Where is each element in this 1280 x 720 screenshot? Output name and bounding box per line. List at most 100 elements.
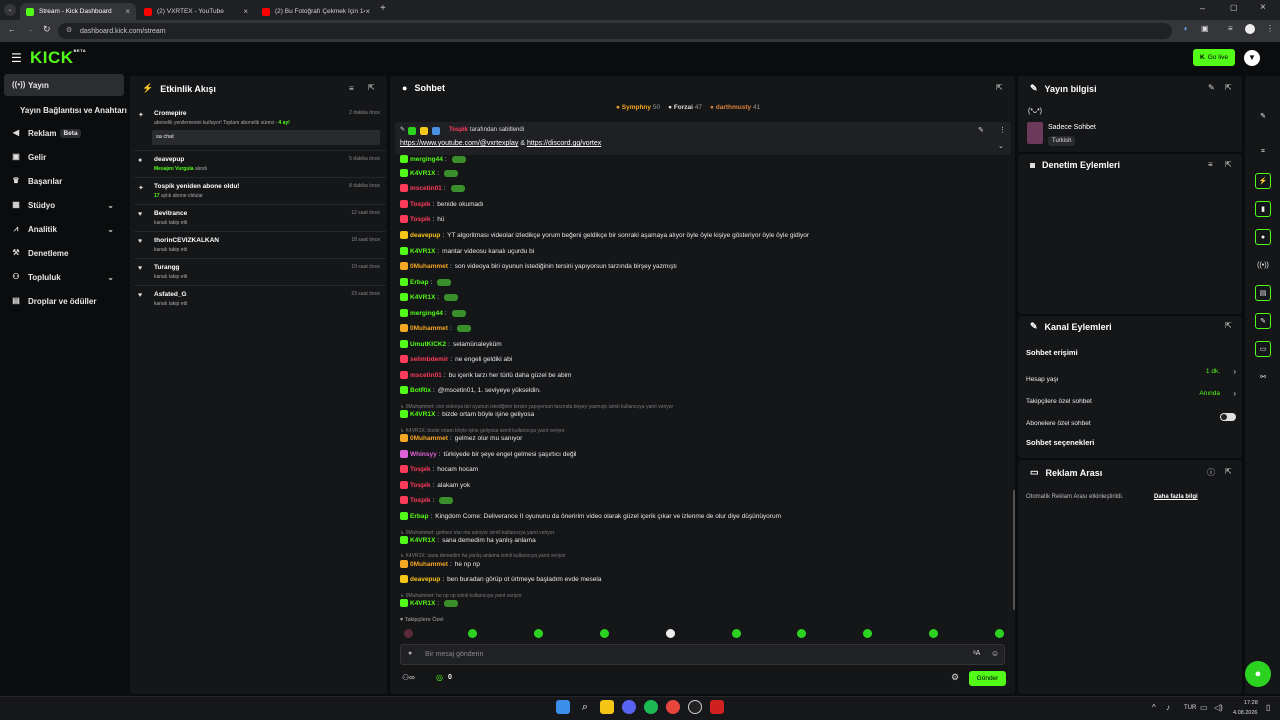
broadcast-tool-button[interactable]: ((•)) [1255,257,1271,273]
chat-message[interactable]: 0Muhammet: he np np [400,560,480,568]
chat-message[interactable]: Tospik: hü [400,215,445,223]
chat-message[interactable]: Whinsyy: türkiyede bir şeye engel gelmesi… [400,450,577,458]
activity-item[interactable]: ● deavepup Mesajını Vurgula alındı 5 dak… [134,152,386,178]
chat-options-heading[interactable]: Sohbet seçenekleri [1026,438,1094,447]
chat-username[interactable]: K4VR1X [410,248,435,255]
chat-username[interactable]: K4VR1X [410,411,435,418]
chat-message[interactable]: K4VR1X: mantar videosu kanalı uçurdu bi [400,247,534,255]
obs-icon[interactable] [688,700,702,714]
chat-username[interactable]: Tospik [410,497,430,504]
keyboard-language[interactable]: TUR [1184,705,1196,711]
activity-item[interactable]: ♥ Turangg kanalı takip etti 19 saat önce [134,260,386,286]
profile-icon[interactable] [1245,24,1255,34]
chat-username[interactable]: K4VR1X [410,170,435,177]
chat-message[interactable]: Tospik: benide okumadı [400,200,484,208]
maximize-button[interactable]: ▢ [1230,3,1238,12]
close-tab-icon[interactable]: × [243,7,248,16]
clock-date[interactable]: 4.08.2026 [1233,710,1257,716]
emote-menu-icon[interactable]: ● [408,650,412,657]
minimize-button[interactable]: – [1200,3,1205,13]
chat-username[interactable]: mscetin01 [410,372,442,379]
send-button[interactable]: Gönder [969,671,1006,686]
chat-message[interactable]: K4VR1X: bizde ortam böyle işine geliyosa [400,410,534,418]
new-tab-button[interactable]: + [380,3,386,14]
emoji-icon[interactable]: ☺ [991,649,999,658]
reply-context[interactable]: ↳ K4VR1X: sana demedim ha yanlış anlama … [400,553,566,559]
chat-tool-button[interactable]: ● [1255,229,1271,245]
edit-icon[interactable]: ✎ [1208,83,1215,92]
chat-username[interactable]: merging44 [410,156,443,163]
gifter-2[interactable]: ● Forzai 47 [668,104,702,111]
emote-icon[interactable] [534,629,543,638]
emote-icon[interactable] [732,629,741,638]
gifter-1[interactable]: ● Symphny 50 [616,104,660,111]
chat-input[interactable]: ● Bir mesaj gönderin ᵃA ☺ [400,644,1005,665]
chat-settings-users-icon[interactable]: ⚇∞ [402,673,415,682]
chat-message[interactable]: merging44: [400,309,466,317]
chat-username[interactable]: 0Muhammet [410,263,448,270]
user-avatar[interactable]: ▼ [1244,50,1260,66]
chat-message[interactable]: Erbap: [400,278,452,286]
kick-logo[interactable]: KICKBETA [30,48,86,68]
sidebar-item-studyo[interactable]: ▦ Stüdyo ⌄ [4,194,124,216]
pinned-link-discord[interactable]: https://discord.gg/vortex [527,140,601,147]
subscribers-only-toggle[interactable] [1220,413,1236,421]
popout-icon[interactable]: ⇱ [996,83,1003,92]
chat-username[interactable]: deavepup [410,576,440,583]
volume-icon[interactable]: ◁) [1214,703,1223,712]
chat-username[interactable]: Whinsyy [410,451,437,458]
clock-time[interactable]: 17:28 [1244,700,1258,706]
sidebar-item-stream-key[interactable]: Yayın Bağlantısı ve Anahtarı [4,99,127,121]
close-tab-icon[interactable]: × [365,7,370,16]
search-icon[interactable]: ⌕ [578,700,592,714]
chat-message[interactable]: K4VR1X: [400,293,459,301]
chat-username[interactable]: K4VR1X [410,537,435,544]
chat-message[interactable]: BotRix: @mscetin01, 1. seviyeye yükseldin… [400,386,541,394]
chat-message[interactable]: selimbdemir: ne engeli geldiki abi [400,355,512,363]
filter-icon[interactable]: ≡ [1208,160,1213,169]
chat-username[interactable]: Tospik [410,482,430,489]
chat-message[interactable]: 0Muhammet: son videoya biri oyunun istedi… [400,262,677,270]
sidebar-item-yayin[interactable]: ((•)) Yayın [4,74,124,96]
learn-more-link[interactable]: Daha fazla bilgi [1154,494,1198,500]
popout-icon[interactable]: ⇱ [1225,83,1232,92]
filter-icon[interactable]: ≡ [349,84,354,93]
extensions-puzzle-icon[interactable]: ▣ [1201,24,1209,33]
emote-icon[interactable] [666,629,675,638]
more-options-icon[interactable]: ⋮ [999,126,1006,134]
gifter-3[interactable]: ● darthmusty 41 [710,104,760,111]
close-tab-icon[interactable]: × [125,7,130,16]
sidebar-item-denetleme[interactable]: ⚒ Denetleme [4,242,124,264]
site-info-icon[interactable]: ⚙ [66,26,72,34]
crop-tool-button[interactable]: ⌗ [1255,144,1271,160]
go-live-button[interactable]: K Go live [1193,49,1235,66]
chat-username[interactable]: Tospik [410,466,430,473]
emote-icon[interactable] [600,629,609,638]
pinned-message[interactable]: ✎ Tospik tarafından sabitlendi https://w… [395,122,1011,155]
translate-icon[interactable]: ᵃA [973,650,980,657]
emote-icon[interactable] [929,629,938,638]
chat-username[interactable]: Tospik [410,201,430,208]
chat-message[interactable]: K4VR1X: [400,599,459,607]
sidebar-item-gelir[interactable]: ▣ Gelir [4,146,124,168]
extension-icon[interactable]: ◖ [1183,24,1188,33]
info-icon[interactable]: ⓘ [1207,467,1215,478]
chat-message[interactable]: Tospik: hocam hocam [400,465,478,473]
sidebar-item-droplar[interactable]: ▤ Droplar ve ödüller [4,290,124,312]
reload-icon[interactable]: ↻ [43,24,51,35]
activity-item[interactable]: ♥ Bevitrance kanalı takip etti 12 saat ö… [134,206,386,232]
chat-message[interactable]: Erbap: Kingdom Come: Deliverance II oyunu… [400,512,781,520]
spotify-icon[interactable] [644,700,658,714]
chat-username[interactable]: Erbap [410,513,428,520]
emote-icon[interactable] [468,629,477,638]
help-chat-button[interactable]: ● [1245,661,1271,687]
chat-message[interactable]: 0Muhammet: gelmez olur mu sanıyor [400,434,522,442]
wrench-tool-button[interactable]: ✎ [1255,313,1271,329]
chat-username[interactable]: K4VR1X [410,294,435,301]
popout-icon[interactable]: ⇱ [1225,321,1232,330]
emote-icon[interactable] [797,629,806,638]
url-field[interactable]: ⚙ dashboard.kick.com/stream [58,23,1172,39]
sidebar-item-basarilar[interactable]: ♛ Başarılar [4,170,124,192]
followers-only-row[interactable]: Takipçilere özel sohbet Anında › [1026,389,1238,405]
discord-icon[interactable] [622,700,636,714]
